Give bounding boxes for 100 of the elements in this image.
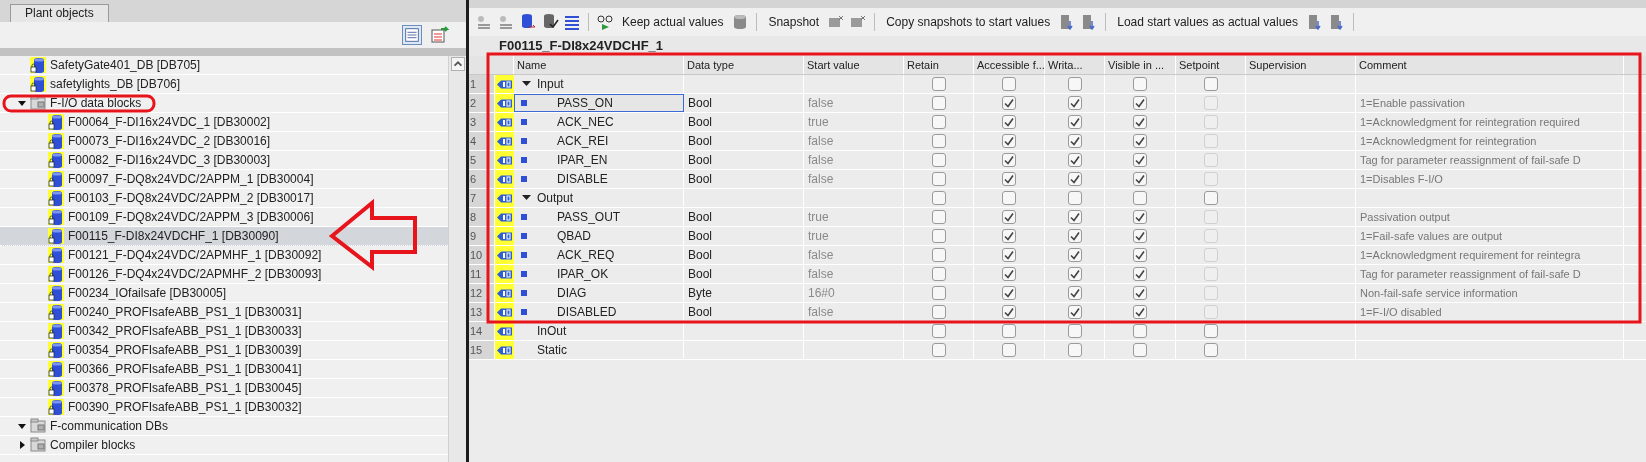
collapsed-icon[interactable] (18, 441, 26, 449)
column-header[interactable]: Start value (804, 56, 904, 74)
checkbox[interactable] (1002, 115, 1016, 129)
checkbox[interactable] (931, 134, 946, 148)
checkbox[interactable] (1002, 191, 1016, 205)
name-cell[interactable]: Output (514, 189, 684, 207)
checkbox[interactable] (1002, 324, 1016, 338)
checkbox[interactable] (1067, 267, 1082, 281)
tree-item[interactable]: F00126_F-DQ4x24VDC/2APMHF_2 [DB30093] (0, 265, 448, 284)
expanded-icon[interactable] (521, 80, 531, 88)
checkbox[interactable] (1203, 115, 1218, 129)
checkbox[interactable] (1203, 172, 1218, 186)
checkbox[interactable] (931, 115, 946, 129)
checkbox[interactable] (1203, 305, 1218, 319)
checkbox[interactable] (1133, 153, 1147, 167)
checkbox[interactable] (1133, 286, 1147, 300)
checkbox[interactable] (1067, 343, 1082, 357)
tree-item[interactable]: F00240_PROFIsafeABB_PS1_1 [DB30031] (0, 303, 448, 322)
tree-item[interactable]: F00342_PROFIsafeABB_PS1_1 [DB30033] (0, 322, 448, 341)
checkbox[interactable] (1133, 229, 1147, 243)
checkbox[interactable] (1133, 324, 1147, 338)
checkbox[interactable] (1203, 134, 1218, 148)
tree-item[interactable]: F00378_PROFIsafeABB_PS1_1 [DB30045] (0, 379, 448, 398)
name-cell[interactable]: DISABLED (514, 303, 684, 321)
toolbar-button[interactable]: Keep actual values (618, 11, 728, 33)
checkbox[interactable] (1067, 172, 1082, 186)
checkbox[interactable] (931, 191, 946, 205)
checkbox[interactable] (1203, 96, 1218, 110)
name-cell[interactable]: Input (514, 75, 684, 93)
toolbar-button[interactable]: Load start values as actual values (1113, 11, 1302, 33)
column-header[interactable]: Writa... (1045, 56, 1105, 74)
checkbox[interactable] (1067, 324, 1082, 338)
expanded-icon[interactable] (521, 194, 531, 202)
checkbox[interactable] (1002, 305, 1016, 319)
column-header[interactable]: Visible in ... (1105, 56, 1176, 74)
toolbar-button[interactable]: Copy snapshots to start values (882, 11, 1055, 33)
column-header[interactable]: Data type (684, 56, 804, 74)
name-cell[interactable]: IPAR_EN (514, 151, 684, 169)
tree-item[interactable]: F00354_PROFIsafeABB_PS1_1 [DB30039] (0, 341, 448, 360)
tree-item[interactable]: F00073_F-DI16x24VDC_2 [DB30016] (0, 132, 448, 151)
name-cell[interactable]: IPAR_OK (514, 265, 684, 283)
checkbox[interactable] (931, 77, 946, 91)
checkbox[interactable] (931, 172, 946, 186)
checkbox[interactable] (1203, 229, 1218, 243)
column-header[interactable]: Retain (904, 56, 974, 74)
checkbox[interactable] (1002, 210, 1016, 224)
checkbox[interactable] (1067, 286, 1082, 300)
checkbox[interactable] (931, 248, 946, 262)
check-icon[interactable] (541, 13, 559, 31)
tree-item[interactable]: F-I/O data blocks (0, 94, 448, 113)
checkbox[interactable] (931, 229, 946, 243)
checkbox[interactable] (1203, 210, 1218, 224)
checkbox[interactable] (1067, 191, 1082, 205)
checkbox[interactable] (931, 210, 946, 224)
checkbox[interactable] (1002, 343, 1016, 357)
column-header[interactable]: Comment (1356, 56, 1624, 74)
name-cell[interactable]: ACK_NEC (514, 113, 684, 131)
checkbox[interactable] (1002, 172, 1016, 186)
checkbox[interactable] (1133, 191, 1147, 205)
scroll-up-icon[interactable] (450, 57, 465, 71)
checkbox[interactable] (931, 343, 946, 357)
checkbox[interactable] (1203, 77, 1218, 91)
name-cell[interactable]: ACK_REQ (514, 246, 684, 264)
name-cell[interactable]: Static (514, 341, 684, 359)
checkbox[interactable] (1203, 153, 1218, 167)
glasses-icon[interactable] (596, 13, 614, 31)
name-cell[interactable]: QBAD (514, 227, 684, 245)
checkbox[interactable] (1067, 248, 1082, 262)
checkbox[interactable] (1002, 248, 1016, 262)
panel-tab[interactable]: Plant objects (10, 4, 109, 22)
checkbox[interactable] (1067, 153, 1082, 167)
checkbox[interactable] (1067, 134, 1082, 148)
name-cell[interactable]: DIAG (514, 284, 684, 302)
checkbox[interactable] (1067, 210, 1082, 224)
tree-item[interactable]: F00121_F-DQ4x24VDC/2APMHF_1 [DB30092] (0, 246, 448, 265)
tree-item[interactable]: F00082_F-DI16x24VDC_3 [DB30003] (0, 151, 448, 170)
tree-item[interactable]: F00366_PROFIsafeABB_PS1_1 [DB30041] (0, 360, 448, 379)
checkbox[interactable] (1133, 77, 1147, 91)
checkbox[interactable] (1133, 343, 1147, 357)
name-cell[interactable]: PASS_ON (514, 94, 684, 112)
name-cell[interactable]: DISABLE (514, 170, 684, 188)
checkbox[interactable] (1133, 305, 1147, 319)
tree-item[interactable]: Compiler blocks (0, 436, 448, 455)
tree-item[interactable]: SafetyGate401_DB [DB705] (0, 56, 448, 75)
checkbox[interactable] (1002, 267, 1016, 281)
checkbox[interactable] (1133, 267, 1147, 281)
checkbox[interactable] (1067, 77, 1082, 91)
checkbox[interactable] (1133, 210, 1147, 224)
name-cell[interactable]: PASS_OUT (514, 208, 684, 226)
database-icon[interactable] (519, 13, 537, 31)
table-export-icon[interactable] (430, 25, 450, 45)
checkbox[interactable] (931, 267, 946, 281)
checkbox[interactable] (1002, 229, 1016, 243)
checkbox[interactable] (1002, 77, 1016, 91)
name-cell[interactable]: InOut (514, 322, 684, 340)
checkbox[interactable] (931, 305, 946, 319)
tree-item[interactable]: F00390_PROFIsafeABB_PS1_1 [DB30032] (0, 398, 448, 417)
tree-item[interactable]: F00097_F-DQ8x24VDC/2APPM_1 [DB30004] (0, 170, 448, 189)
checkbox[interactable] (1002, 286, 1016, 300)
checkbox[interactable] (931, 96, 946, 110)
